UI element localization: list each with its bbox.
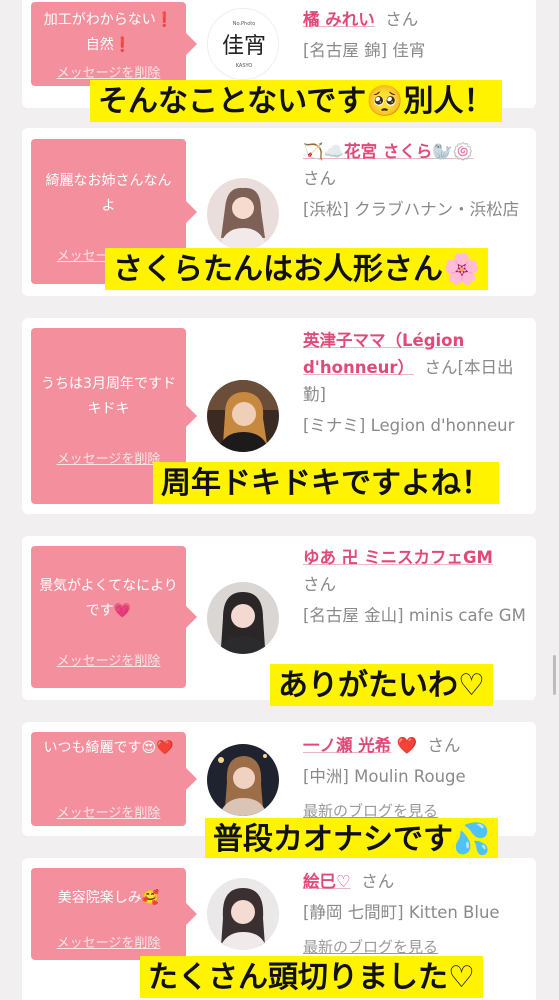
- shop-name: [名古屋 錦] 佳宵: [303, 41, 426, 60]
- profile-info: 🏹☁️花宮 さくら🦭🍥 さん [浜松] クラブハナン・浜松店: [303, 138, 531, 223]
- profile-name-link[interactable]: 絵巳♡: [303, 872, 351, 891]
- honorific: さん: [361, 872, 395, 891]
- avatar[interactable]: [207, 744, 279, 816]
- message-text: いつも綺麗です😍❤️: [43, 740, 174, 756]
- person-avatar-icon: [207, 582, 279, 654]
- delete-message-link[interactable]: メッセージを削除: [31, 932, 186, 951]
- honorific: さん: [303, 169, 336, 188]
- caption-overlay: さくらたんはお人形さん🌸: [105, 248, 489, 290]
- caption-overlay: たくさん頭切りました♡: [140, 956, 483, 998]
- avatar-logo-text: 佳宵: [222, 34, 266, 59]
- shop-name: [ミナミ] Legion d'honneur: [303, 416, 515, 435]
- avatar[interactable]: [207, 582, 279, 654]
- avatar[interactable]: [207, 178, 279, 250]
- avatar-logo-top: No.Photo: [233, 21, 256, 27]
- caption-overlay: ありがたいわ♡: [270, 664, 493, 706]
- profile-info: ゆあ 卍 ミニスカフェGM さん [名古屋 金山] minis cafe GM: [303, 544, 531, 629]
- caption-overlay: 周年ドキドキですよね！: [153, 462, 499, 504]
- avatar-logo-bottom: KASYO: [236, 63, 253, 69]
- person-avatar-icon: [207, 878, 279, 950]
- honorific: さん: [427, 736, 461, 755]
- avatar[interactable]: [207, 878, 279, 950]
- message-bubble: 加工がわからない❗自然❗ メッセージを削除: [31, 2, 197, 86]
- message-text: 綺麗なお姉さんなんよ: [45, 173, 172, 214]
- honorific: さん: [303, 575, 336, 594]
- person-avatar-icon: [207, 744, 279, 816]
- logo-avatar-icon: No.Photo 佳宵 KASYO: [208, 9, 278, 79]
- heart-icon: ❤️: [396, 736, 418, 755]
- profile-info: 絵巳♡ さん [静岡 七間町] Kitten Blue 最新のブログを見る: [303, 868, 531, 961]
- message-text: 加工がわからない❗自然❗: [43, 12, 174, 53]
- caption-overlay: 普段カオナシです💦: [205, 818, 499, 860]
- profile-info: 一ノ瀬 光希 ❤️ さん [中洲] Moulin Rouge 最新のブログを見る: [303, 732, 531, 825]
- profile-name-link[interactable]: 🏹☁️花宮 さくら🦭🍥: [303, 142, 473, 161]
- message-text: うちは3月周年ですドキドキ: [41, 376, 176, 417]
- scrollbar[interactable]: [553, 655, 556, 695]
- shop-name: [静岡 七間町] Kitten Blue: [303, 903, 500, 922]
- profile-name-link[interactable]: 一ノ瀬 光希: [303, 736, 391, 755]
- message-text: 景気がよくてなによりです💗: [39, 578, 178, 619]
- avatar[interactable]: No.Photo 佳宵 KASYO: [207, 8, 279, 80]
- profile-info: 橘 みれい さん [名古屋 錦] 佳宵: [303, 6, 531, 64]
- message-bubble: いつも綺麗です😍❤️ メッセージを削除: [31, 732, 197, 826]
- person-avatar-icon: [207, 178, 279, 250]
- message-bubble: 景気がよくてなによりです💗 メッセージを削除: [31, 546, 197, 688]
- profile-name-link[interactable]: ゆあ 卍 ミニスカフェGM: [303, 548, 493, 567]
- profile-name-link[interactable]: 橘 みれい: [303, 10, 375, 29]
- delete-message-link[interactable]: メッセージを削除: [31, 62, 186, 81]
- delete-message-link[interactable]: メッセージを削除: [31, 802, 186, 821]
- avatar[interactable]: [207, 380, 279, 452]
- person-avatar-icon: [207, 380, 279, 452]
- shop-name: [名古屋 金山] minis cafe GM: [303, 606, 526, 625]
- shop-name: [中洲] Moulin Rouge: [303, 767, 466, 786]
- honorific: さん: [385, 10, 419, 29]
- message-bubble: 美容院楽しみ🥰 メッセージを削除: [31, 868, 197, 960]
- shop-name: [浜松] クラブハナン・浜松店: [303, 200, 520, 219]
- delete-message-link[interactable]: メッセージを削除: [31, 650, 186, 669]
- message-text: 美容院楽しみ🥰: [57, 890, 160, 906]
- caption-overlay: そんなことないです🥺別人！: [90, 80, 502, 122]
- profile-info: 英津子ママ（Légion d'honneur） さん[本日出勤] [ミナミ] L…: [303, 327, 531, 439]
